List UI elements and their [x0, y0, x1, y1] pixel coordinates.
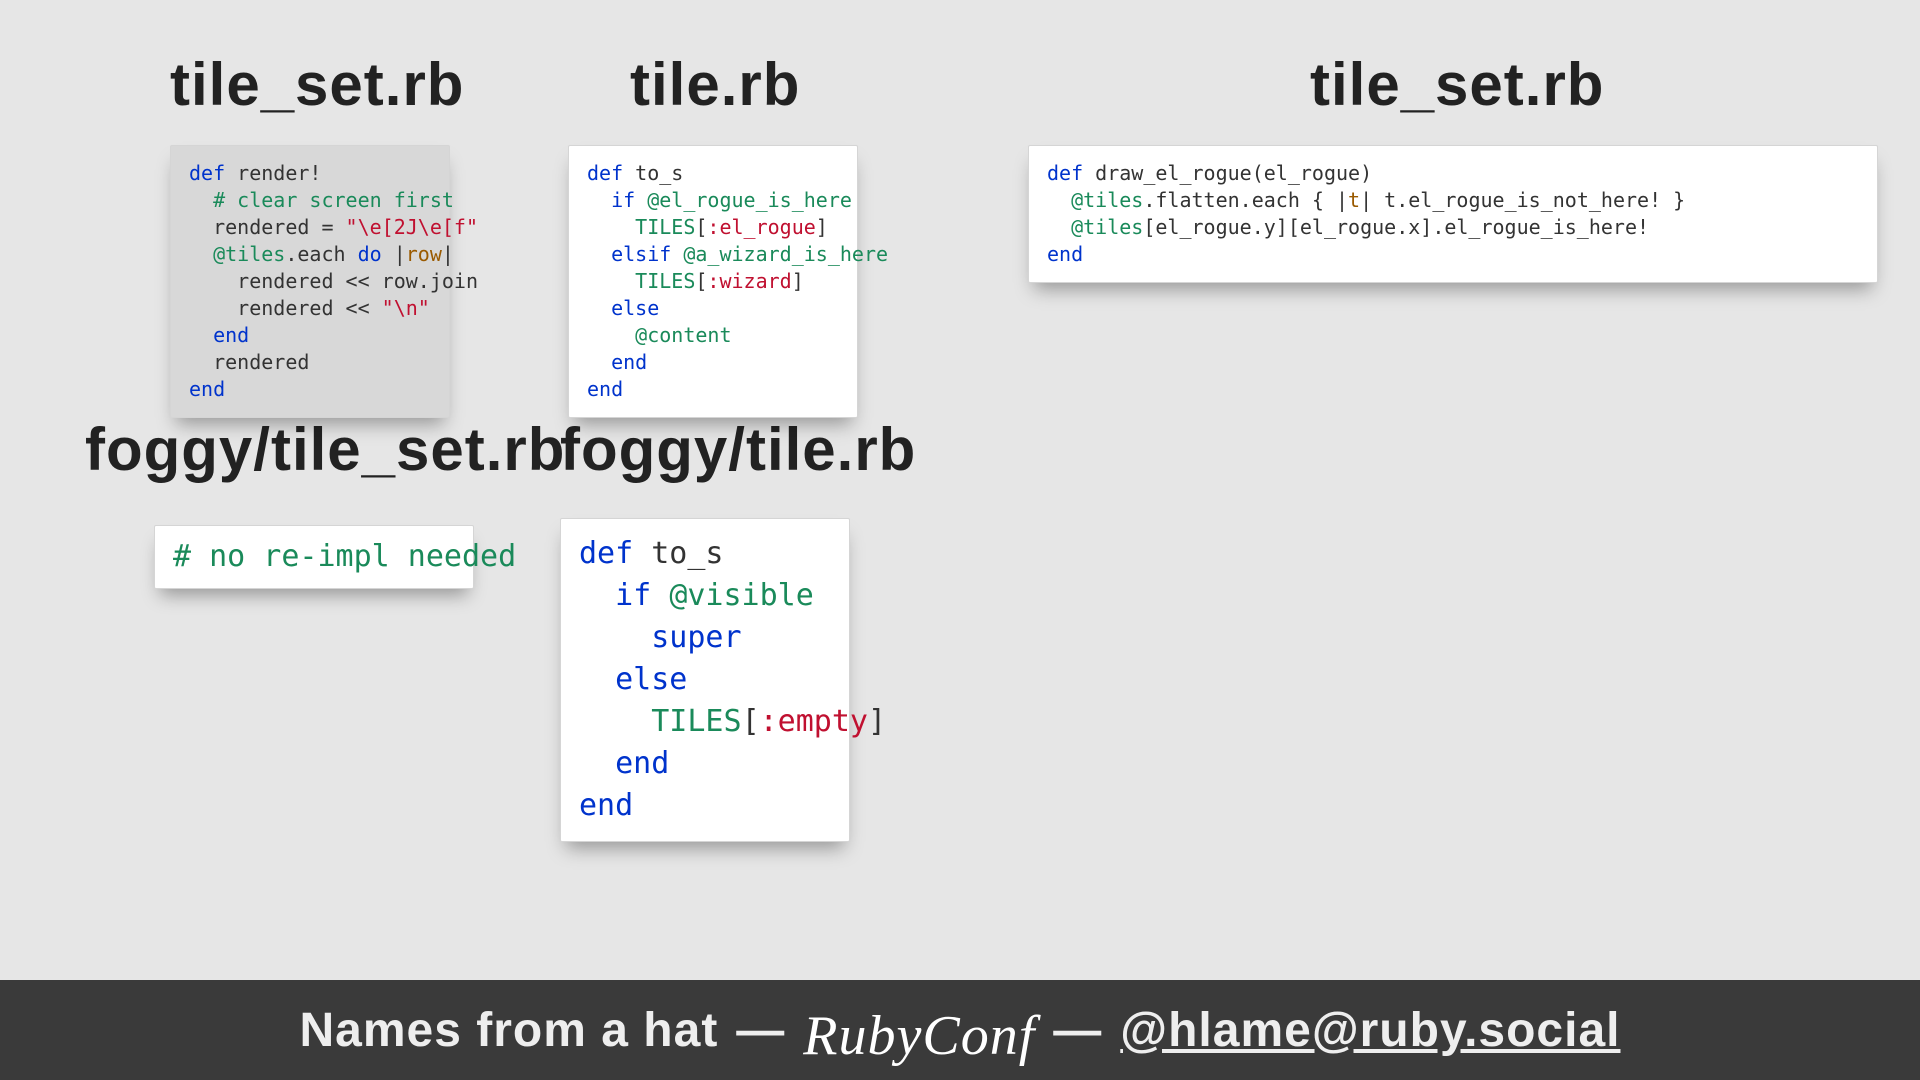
code-block: def draw_el_rogue(el_rogue) @tiles.flatt…	[1047, 160, 1859, 268]
heading-tile-set-right: tile_set.rb	[1310, 50, 1604, 119]
dash-icon: —	[1053, 1003, 1102, 1058]
code-block: # no re-impl needed	[173, 536, 455, 578]
code-block: def render! # clear screen first rendere…	[189, 160, 431, 403]
code-card-render: def render! # clear screen first rendere…	[170, 145, 450, 418]
footer-title: Names from a hat	[300, 1003, 719, 1058]
code-card-tile-tos: def to_s if @el_rogue_is_here TILES[:el_…	[568, 145, 858, 418]
dash-icon: —	[736, 1003, 785, 1058]
code-block: def to_s if @el_rogue_is_here TILES[:el_…	[587, 160, 839, 403]
heading-foggy-tile-set: foggy/tile_set.rb	[85, 415, 565, 484]
footer-bar: Names from a hat — RubyConf — @hlame@rub…	[0, 980, 1920, 1080]
footer-handle: @hlame@ruby.social	[1120, 1003, 1620, 1058]
heading-tile: tile.rb	[630, 50, 800, 119]
rubyconf-logo: RubyConf	[803, 1004, 1035, 1068]
code-card-foggy-tos: def to_s if @visible super else TILES[:e…	[560, 518, 850, 842]
code-block: def to_s if @visible super else TILES[:e…	[579, 533, 831, 827]
heading-tile-set: tile_set.rb	[170, 50, 464, 119]
heading-foggy-tile: foggy/tile.rb	[560, 415, 916, 484]
code-card-draw-el-rogue: def draw_el_rogue(el_rogue) @tiles.flatt…	[1028, 145, 1878, 283]
code-card-no-reimpl: # no re-impl needed	[154, 525, 474, 589]
